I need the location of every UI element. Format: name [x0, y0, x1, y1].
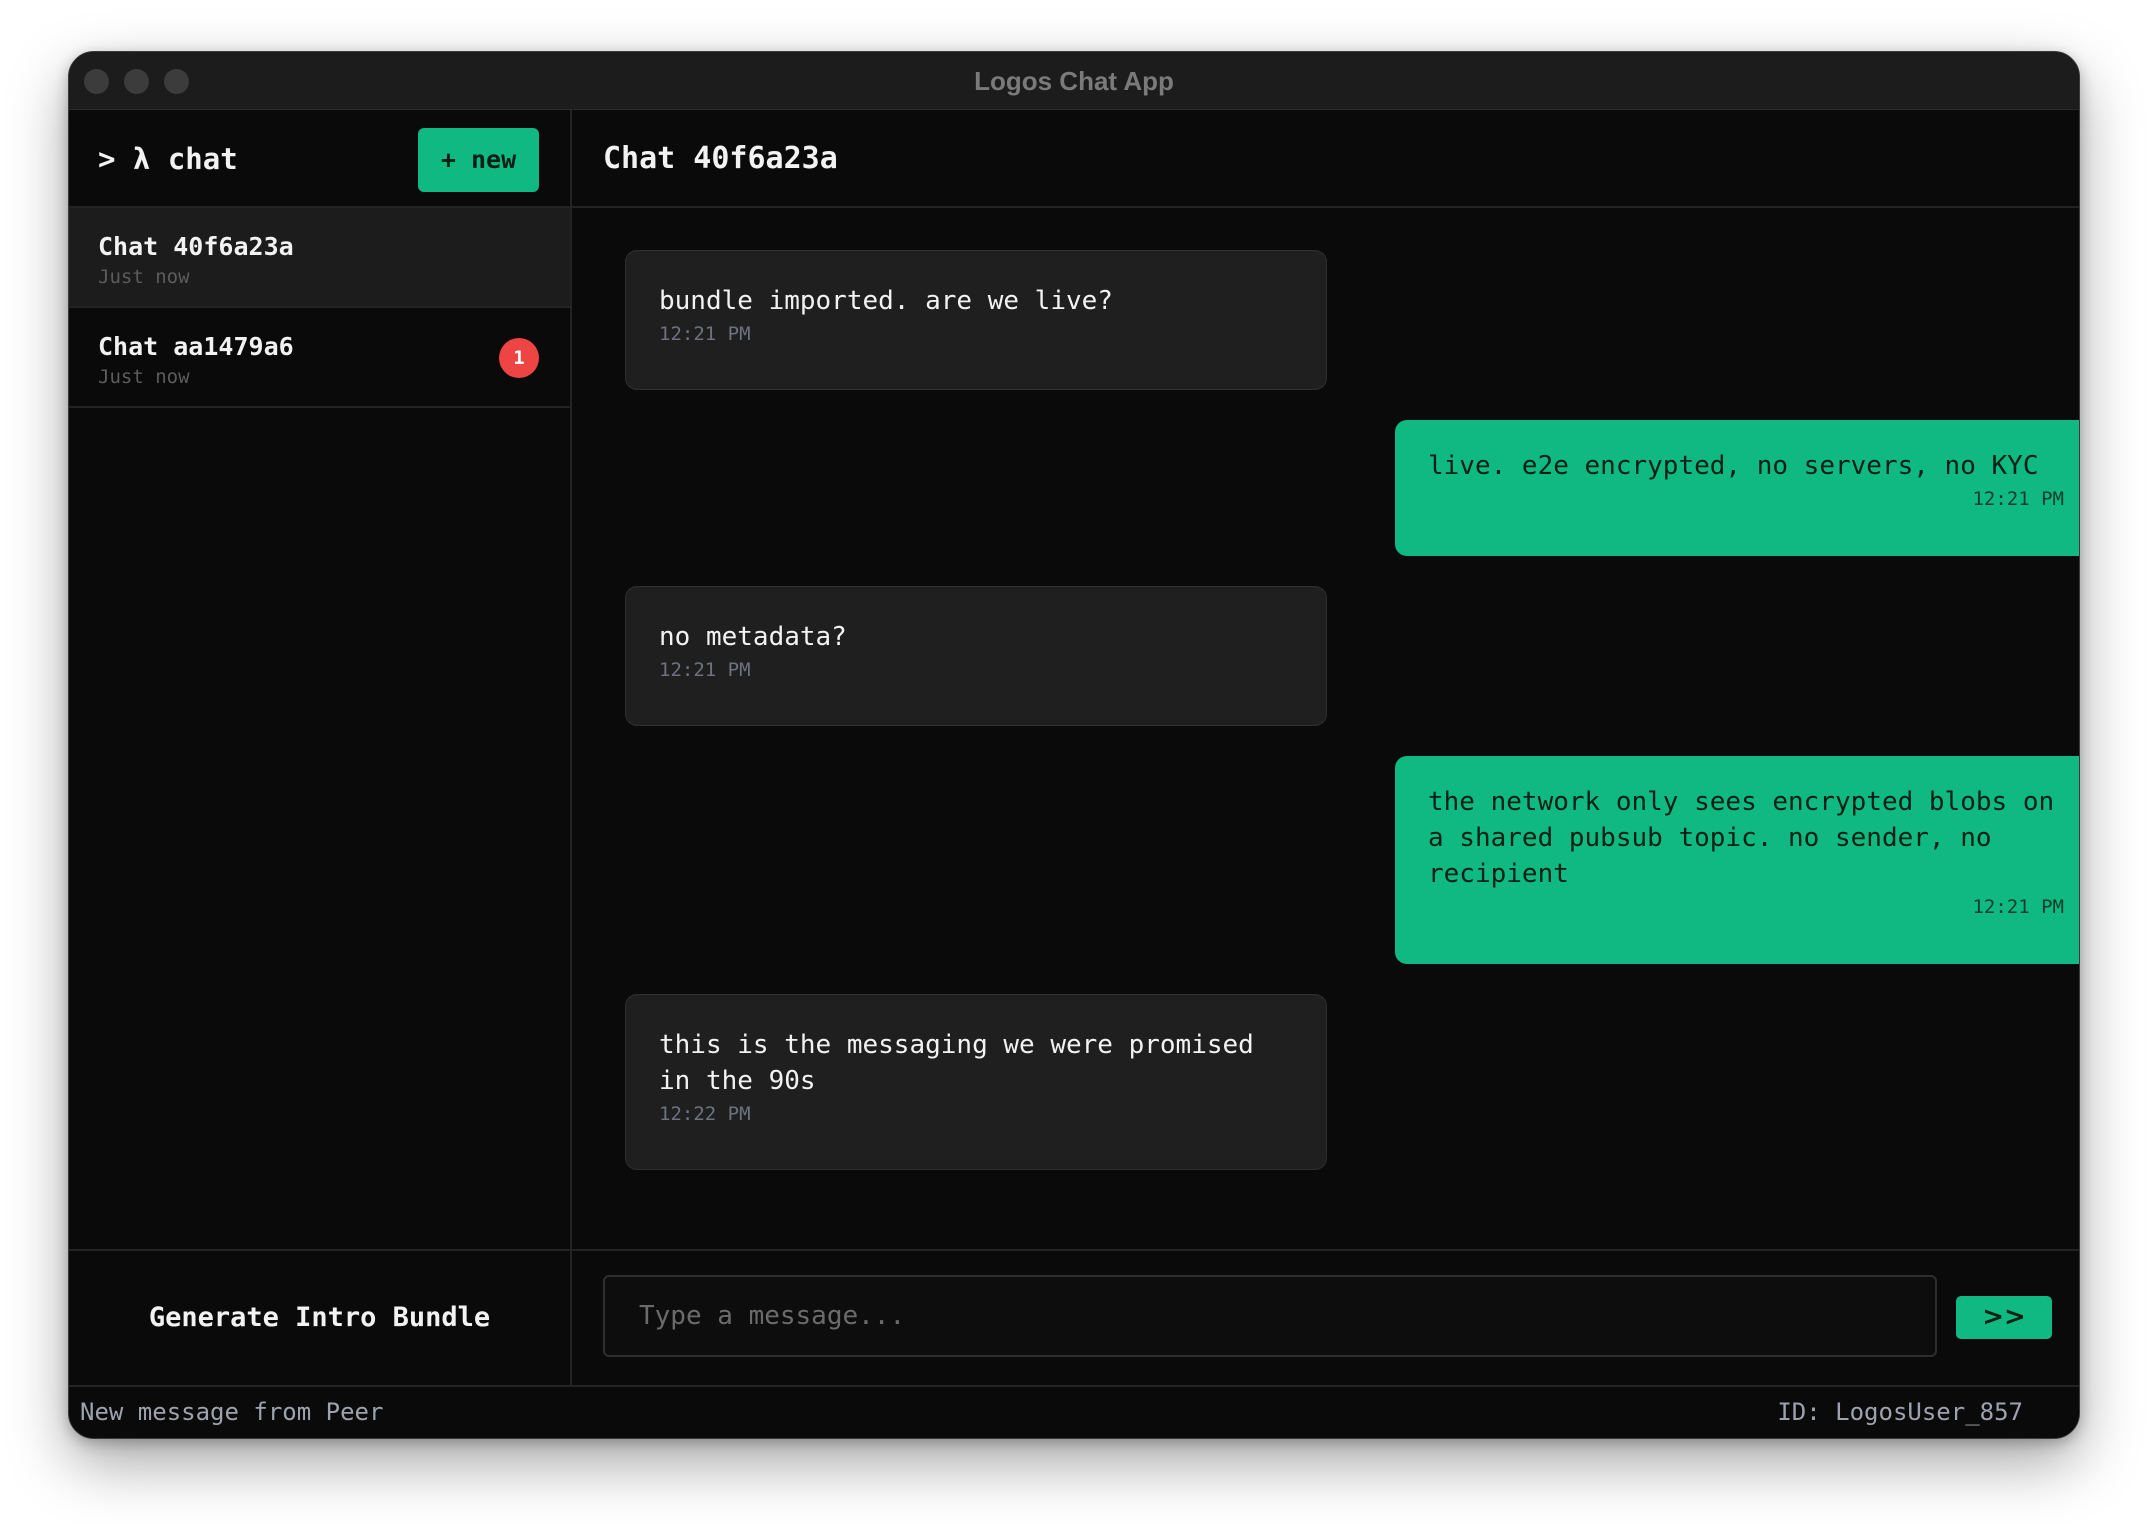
message-text: bundle imported. are we live? — [659, 286, 1113, 316]
message-composer: >> — [572, 1249, 2079, 1385]
incoming-message: bundle imported. are we live? 12:21 PM — [625, 250, 1327, 390]
chat-list-item[interactable]: Chat 40f6a23a Just now — [69, 208, 570, 308]
message-time: 12:22 PM — [659, 1103, 751, 1125]
chat-list-item[interactable]: Chat aa1479a6 Just now 1 — [69, 308, 570, 408]
message-time: 12:21 PM — [659, 323, 751, 345]
incoming-message: no metadata? 12:21 PM — [625, 586, 1327, 726]
send-button[interactable]: >> — [1956, 1296, 2052, 1339]
outgoing-message: live. e2e encrypted, no servers, no KYC … — [1395, 420, 2079, 556]
user-id: ID: LogosUser_857 — [1777, 1398, 2023, 1426]
message-text: the network only sees encrypted blobs on… — [1428, 787, 2055, 889]
chat-item-time: Just now — [98, 366, 190, 388]
sidebar: > λ chat + new Chat 40f6a23a Just now Ch… — [69, 110, 572, 1385]
message-text: live. e2e encrypted, no servers, no KYC — [1428, 451, 2039, 481]
message-time: 12:21 PM — [1972, 896, 2064, 918]
title-bar: Logos Chat App — [69, 52, 2079, 110]
message-text: this is the messaging we were promised i… — [659, 1030, 1254, 1096]
outgoing-message: the network only sees encrypted blobs on… — [1395, 756, 2079, 964]
window-title: Logos Chat App — [974, 66, 1174, 96]
chat-header: Chat 40f6a23a — [572, 110, 2079, 208]
chat-title: Chat 40f6a23a — [603, 141, 838, 176]
new-chat-button[interactable]: + new — [418, 128, 539, 192]
app-window: Logos Chat App > λ chat + new Chat 40f6a… — [68, 51, 2080, 1439]
message-list: bundle imported. are we live? 12:21 PM l… — [572, 208, 2079, 1249]
message-time: 12:21 PM — [659, 659, 751, 681]
chat-item-title: Chat 40f6a23a — [98, 232, 294, 261]
message-time: 12:21 PM — [1972, 488, 2064, 510]
status-notification: New message from Peer — [80, 1398, 384, 1426]
chat-list: Chat 40f6a23a Just now Chat aa1479a6 Jus… — [69, 208, 570, 408]
incoming-message: this is the messaging we were promised i… — [625, 994, 1327, 1170]
status-bar: New message from Peer ID: LogosUser_857 — [69, 1385, 2079, 1438]
chat-item-title: Chat aa1479a6 — [98, 332, 294, 361]
message-input[interactable] — [603, 1275, 1937, 1357]
app-brand: > λ chat — [98, 142, 238, 176]
sidebar-header: > λ chat + new — [69, 110, 570, 208]
generate-intro-bundle-button[interactable]: Generate Intro Bundle — [69, 1251, 570, 1385]
chat-panel: Chat 40f6a23a bundle imported. are we li… — [572, 110, 2079, 1385]
sidebar-footer: Generate Intro Bundle — [69, 1249, 570, 1385]
unread-badge: 1 — [499, 338, 539, 378]
chat-item-time: Just now — [98, 266, 190, 288]
message-text: no metadata? — [659, 622, 847, 652]
